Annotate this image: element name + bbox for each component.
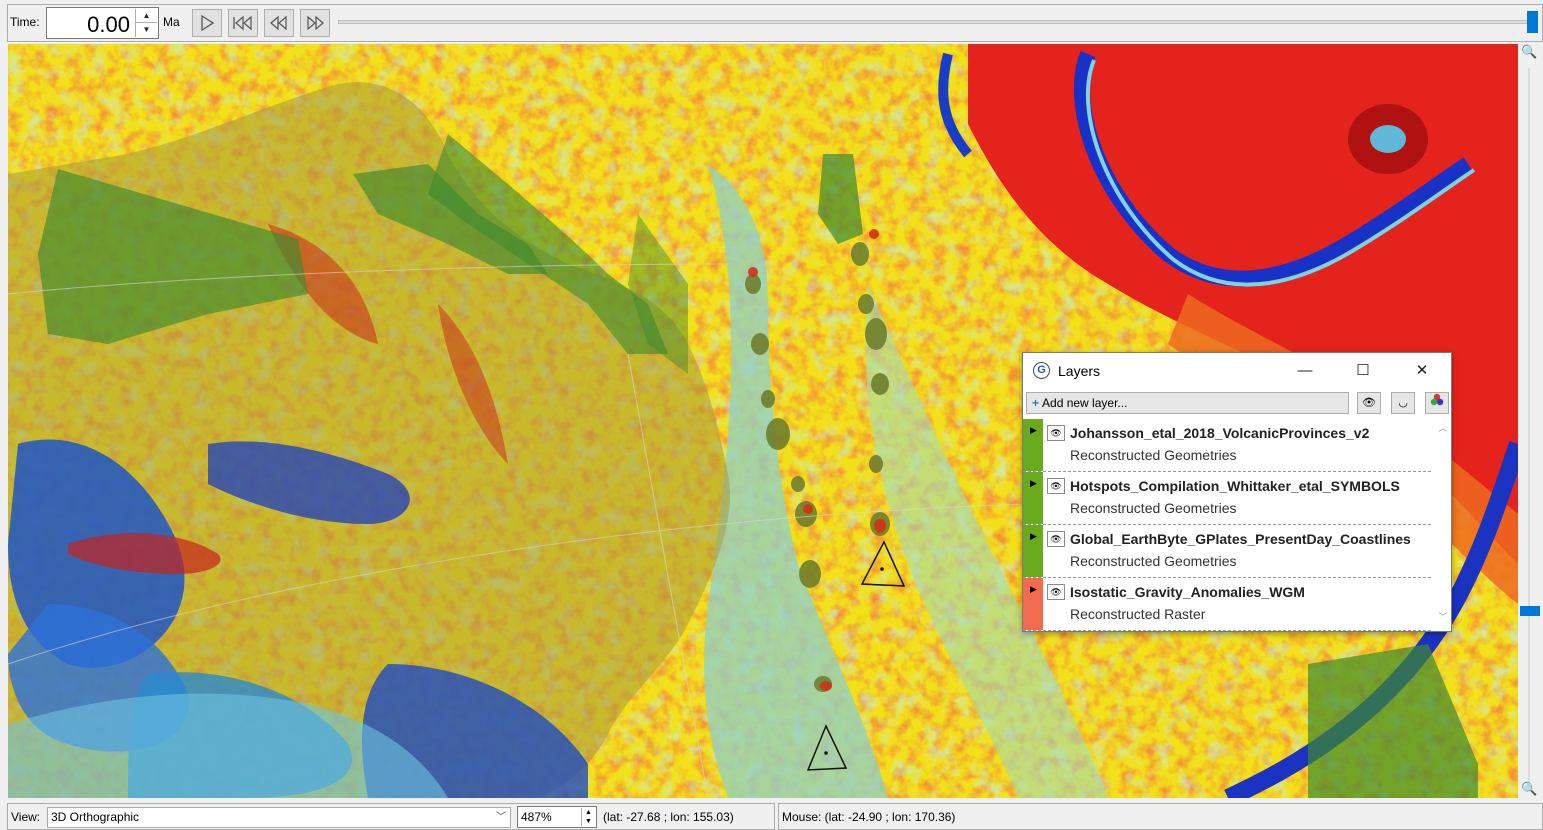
chevron-down-icon: ﹀ — [496, 812, 506, 823]
time-spinner[interactable]: ▲ ▼ — [135, 9, 157, 37]
layer-row[interactable]: ▶ 👁 Hotspots_Compilation_Whittaker_etal_… — [1023, 472, 1431, 525]
layer-name: Global_EarthByte_GPlates_PresentDay_Coas… — [1070, 531, 1411, 547]
layer-colors-icon[interactable] — [1425, 392, 1449, 414]
expand-arrow-icon[interactable]: ▶ — [1030, 425, 1037, 436]
maximize-icon[interactable]: ☐ — [1353, 361, 1373, 381]
projection-dropdown[interactable]: 3D Orthographic ﹀ — [47, 807, 511, 828]
layer-type: Reconstructed Geometries — [1070, 553, 1237, 569]
visibility-eye-icon[interactable]: 👁 — [1047, 478, 1065, 494]
visibility-eye-icon[interactable]: 👁 — [1047, 425, 1065, 441]
zoom-spinner[interactable]: ▲ ▼ — [581, 808, 595, 826]
visibility-eye-icon[interactable]: 👁 — [1047, 531, 1065, 547]
zoom-slider-handle[interactable] — [1520, 606, 1540, 616]
layer-row[interactable]: ▶ 👁 Isostatic_Gravity_Anomalies_WGM Reco… — [1023, 578, 1431, 631]
status-bar: View: 3D Orthographic ﹀ 487% ▲ ▼ (lat: -2… — [0, 800, 1543, 830]
layer-name: Johansson_etal_2018_VolcanicProvinces_v2 — [1070, 425, 1370, 441]
view-label: View: — [11, 810, 41, 824]
camera-position-readout: (lat: -27.68 ; lon: 155.03) — [603, 810, 734, 824]
skip-to-start-button[interactable] — [228, 9, 258, 37]
layer-list: ▶ 👁 Johansson_etal_2018_VolcanicProvince… — [1023, 419, 1437, 631]
scroll-down-icon[interactable]: ﹀ — [1435, 610, 1451, 623]
time-label: Time: — [10, 15, 40, 29]
step-forward-button[interactable] — [300, 9, 330, 37]
plus-icon: + — [1032, 396, 1040, 410]
zoom-slider[interactable] — [1528, 68, 1530, 786]
spin-up-icon[interactable]: ▲ — [136, 9, 157, 23]
expand-arrow-icon[interactable]: ▶ — [1030, 531, 1037, 542]
layer-row[interactable]: ▶ 👁 Johansson_etal_2018_VolcanicProvince… — [1023, 419, 1431, 472]
play-button[interactable] — [192, 9, 222, 37]
layers-toolbar: + Add new layer... 👁 ◡ — [1023, 391, 1451, 417]
step-back-icon — [270, 16, 287, 30]
time-toolbar: Time: 0.00 ▲ ▼ Ma — [0, 0, 1543, 44]
visibility-eye-icon[interactable]: 👁 — [1047, 584, 1065, 600]
show-all-layers-icon[interactable]: 👁 — [1357, 392, 1381, 414]
layers-scrollbar[interactable]: ︿ ﹀ — [1435, 419, 1451, 631]
add-new-layer-button[interactable]: + Add new layer... — [1026, 392, 1349, 414]
hide-all-layers-icon[interactable]: ◡ — [1391, 392, 1415, 414]
step-forward-icon — [307, 16, 324, 30]
add-layer-label: Add new layer... — [1042, 396, 1128, 410]
step-back-button[interactable] — [264, 9, 294, 37]
layer-type: Reconstructed Geometries — [1070, 447, 1237, 463]
time-unit-label: Ma — [163, 15, 180, 29]
layer-row[interactable]: ▶ 👁 Global_EarthByte_GPlates_PresentDay_… — [1023, 525, 1431, 578]
zoom-level-input[interactable]: 487% ▲ ▼ — [517, 806, 597, 828]
scroll-up-icon[interactable]: ︿ — [1435, 421, 1451, 434]
zoom-in-icon[interactable]: 🔍 — [1521, 44, 1537, 60]
skip-to-start-icon — [233, 16, 252, 30]
close-icon[interactable]: ✕ — [1412, 361, 1432, 381]
layers-window: G Layers — ☐ ✕ + Add new layer... 👁 ◡ ▶ 👁… — [1022, 352, 1452, 632]
layers-titlebar[interactable]: G Layers — ☐ ✕ — [1023, 353, 1451, 389]
layer-name: Isostatic_Gravity_Anomalies_WGM — [1070, 584, 1305, 600]
expand-arrow-icon[interactable]: ▶ — [1030, 584, 1037, 595]
spin-down-icon[interactable]: ▼ — [136, 23, 157, 37]
layer-name: Hotspots_Compilation_Whittaker_etal_SYMB… — [1070, 478, 1400, 494]
minimize-icon[interactable]: — — [1295, 361, 1315, 381]
layer-type: Reconstructed Raster — [1070, 606, 1206, 622]
expand-arrow-icon[interactable]: ▶ — [1030, 478, 1037, 489]
time-value[interactable]: 0.00 — [87, 12, 130, 38]
layers-window-title: Layers — [1058, 363, 1101, 379]
play-icon — [201, 15, 214, 31]
zoom-out-icon[interactable]: 🔍 — [1521, 781, 1537, 797]
projection-value: 3D Orthographic — [51, 810, 140, 824]
layer-type: Reconstructed Geometries — [1070, 500, 1237, 516]
zoom-slider-panel: 🔍 🔍 — [1518, 44, 1540, 798]
time-slider[interactable] — [338, 20, 1533, 24]
zoom-level-value: 487% — [521, 810, 552, 824]
mouse-position-readout: Mouse: (lat: -24.90 ; lon: 170.36) — [782, 810, 956, 824]
time-slider-handle[interactable] — [1527, 11, 1538, 33]
time-input[interactable]: 0.00 ▲ ▼ — [46, 7, 159, 39]
gplates-app-icon: G — [1033, 362, 1050, 379]
